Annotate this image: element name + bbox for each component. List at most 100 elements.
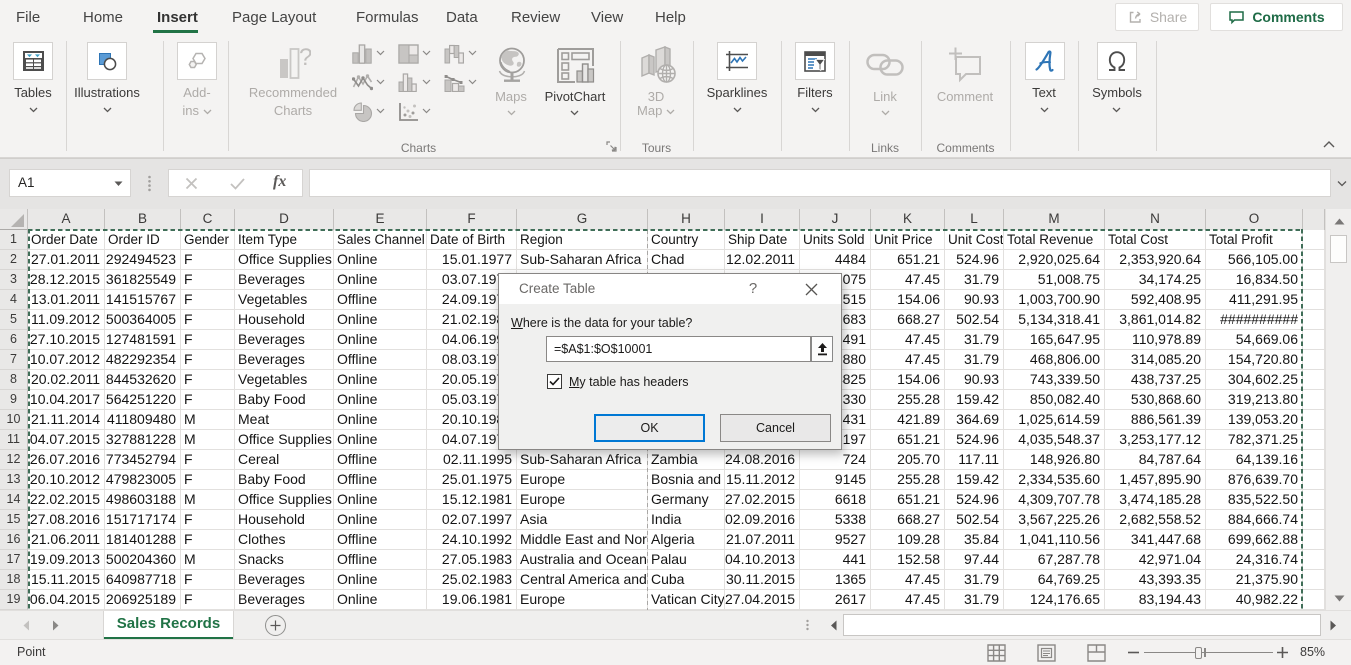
cell-C2[interactable]: F	[181, 250, 235, 270]
cell-P10[interactable]	[1303, 410, 1325, 430]
cell-M8[interactable]: 743,339.50	[1004, 370, 1105, 390]
cell-N3[interactable]: 34,174.25	[1105, 270, 1206, 290]
cell-G1[interactable]: Region	[517, 230, 648, 250]
zoom-slider-handle[interactable]	[1195, 647, 1202, 659]
cell-A14[interactable]: 22.02.2015	[28, 490, 105, 510]
3d-map-button[interactable]	[639, 46, 677, 84]
combo-chart-chevron-icon[interactable]	[468, 79, 477, 85]
statistic-chart-chevron-icon[interactable]	[422, 79, 431, 85]
cell-B4[interactable]: 141515767	[105, 290, 181, 310]
cell-H1[interactable]: Country	[648, 230, 725, 250]
row-header-8[interactable]: 8	[0, 370, 28, 390]
column-header-C[interactable]: C	[181, 209, 235, 230]
cell-C11[interactable]: M	[181, 430, 235, 450]
cell-O11[interactable]: 782,371.25	[1206, 430, 1303, 450]
cell-C16[interactable]: F	[181, 530, 235, 550]
cell-B18[interactable]: 640987718	[105, 570, 181, 590]
column-header-H[interactable]: H	[648, 209, 725, 230]
cell-H17[interactable]: Palau	[648, 550, 725, 570]
cell-E3[interactable]: Online	[334, 270, 427, 290]
headers-checkbox-label[interactable]: My table has headers	[569, 375, 689, 389]
row-header-19[interactable]: 19	[0, 590, 28, 610]
cell-J19[interactable]: 2617	[800, 590, 871, 610]
cell-F17[interactable]: 27.05.1983	[427, 550, 517, 570]
pie-chart-chevron-icon[interactable]	[376, 108, 385, 114]
zoom-level[interactable]: 85%	[1300, 640, 1325, 665]
column-header-J[interactable]: J	[800, 209, 871, 230]
cell-D5[interactable]: Household	[235, 310, 334, 330]
cell-D16[interactable]: Clothes	[235, 530, 334, 550]
cell-N1[interactable]: Total Cost	[1105, 230, 1206, 250]
cell-P2[interactable]	[1303, 250, 1325, 270]
cell-N18[interactable]: 43,393.35	[1105, 570, 1206, 590]
cell-E17[interactable]: Offline	[334, 550, 427, 570]
cell-E4[interactable]: Offline	[334, 290, 427, 310]
cell-C6[interactable]: F	[181, 330, 235, 350]
column-header-A[interactable]: A	[28, 209, 105, 230]
row-header-3[interactable]: 3	[0, 270, 28, 290]
vertical-scrollbar[interactable]	[1325, 209, 1351, 610]
cell-D18[interactable]: Beverages	[235, 570, 334, 590]
pivotchart-chevron-icon[interactable]	[570, 110, 579, 116]
row-header-4[interactable]: 4	[0, 290, 28, 310]
formula-input[interactable]	[309, 169, 1331, 197]
line-chart-chevron-icon[interactable]	[376, 79, 385, 85]
cell-O13[interactable]: 876,639.70	[1206, 470, 1303, 490]
new-sheet-button[interactable]	[265, 615, 286, 636]
dialog-close-button[interactable]	[796, 274, 826, 304]
cell-L1[interactable]: Unit Cost	[945, 230, 1004, 250]
cell-M10[interactable]: 1,025,614.59	[1004, 410, 1105, 430]
cell-B14[interactable]: 498603188	[105, 490, 181, 510]
cell-M6[interactable]: 165,647.95	[1004, 330, 1105, 350]
row-header-12[interactable]: 12	[0, 450, 28, 470]
illustrations-button[interactable]	[87, 42, 127, 80]
cell-M18[interactable]: 64,769.25	[1004, 570, 1105, 590]
cell-I16[interactable]: 21.07.2011	[725, 530, 800, 550]
cell-M9[interactable]: 850,082.40	[1004, 390, 1105, 410]
cell-K19[interactable]: 47.45	[871, 590, 945, 610]
symbols-chevron-icon[interactable]	[1112, 107, 1121, 113]
tabbar-grip-icon[interactable]	[805, 619, 810, 633]
cell-N5[interactable]: 3,861,014.82	[1105, 310, 1206, 330]
cell-P11[interactable]	[1303, 430, 1325, 450]
cell-G16[interactable]: Middle East and North Africa	[517, 530, 648, 550]
cell-J1[interactable]: Units Sold	[800, 230, 871, 250]
cell-N7[interactable]: 314,085.20	[1105, 350, 1206, 370]
cell-A3[interactable]: 28.12.2015	[28, 270, 105, 290]
cell-B7[interactable]: 482292354	[105, 350, 181, 370]
row-header-2[interactable]: 2	[0, 250, 28, 270]
cell-K15[interactable]: 668.27	[871, 510, 945, 530]
cell-E18[interactable]: Online	[334, 570, 427, 590]
tab-page-layout[interactable]: Page Layout	[232, 0, 316, 36]
cell-C17[interactable]: M	[181, 550, 235, 570]
cell-C1[interactable]: Gender	[181, 230, 235, 250]
name-box[interactable]: A1	[9, 169, 131, 197]
table-range-input[interactable]: =$A$1:$O$10001	[546, 336, 811, 362]
cancel-button[interactable]: Cancel	[720, 414, 831, 442]
cell-K13[interactable]: 255.28	[871, 470, 945, 490]
cell-O10[interactable]: 139,053.20	[1206, 410, 1303, 430]
row-header-10[interactable]: 10	[0, 410, 28, 430]
link-button[interactable]	[866, 48, 904, 82]
cell-C5[interactable]: F	[181, 310, 235, 330]
text-button[interactable]	[1025, 42, 1065, 80]
row-header-18[interactable]: 18	[0, 570, 28, 590]
cell-M3[interactable]: 51,008.75	[1004, 270, 1105, 290]
cell-K2[interactable]: 651.21	[871, 250, 945, 270]
cell-C12[interactable]: F	[181, 450, 235, 470]
page-break-view-icon[interactable]	[1087, 644, 1106, 662]
row-header-5[interactable]: 5	[0, 310, 28, 330]
cell-P19[interactable]	[1303, 590, 1325, 610]
cell-A18[interactable]: 15.11.2015	[28, 570, 105, 590]
hscroll-left-button[interactable]	[824, 615, 842, 635]
cell-B8[interactable]: 844532620	[105, 370, 181, 390]
cell-M4[interactable]: 1,003,700.90	[1004, 290, 1105, 310]
cell-L15[interactable]: 502.54	[945, 510, 1004, 530]
cell-N14[interactable]: 3,474,185.28	[1105, 490, 1206, 510]
cell-A4[interactable]: 13.01.2011	[28, 290, 105, 310]
cell-P16[interactable]	[1303, 530, 1325, 550]
sparklines-button[interactable]	[717, 42, 757, 80]
cell-O3[interactable]: 16,834.50	[1206, 270, 1303, 290]
tab-file[interactable]: File	[16, 0, 40, 36]
cell-K17[interactable]: 152.58	[871, 550, 945, 570]
